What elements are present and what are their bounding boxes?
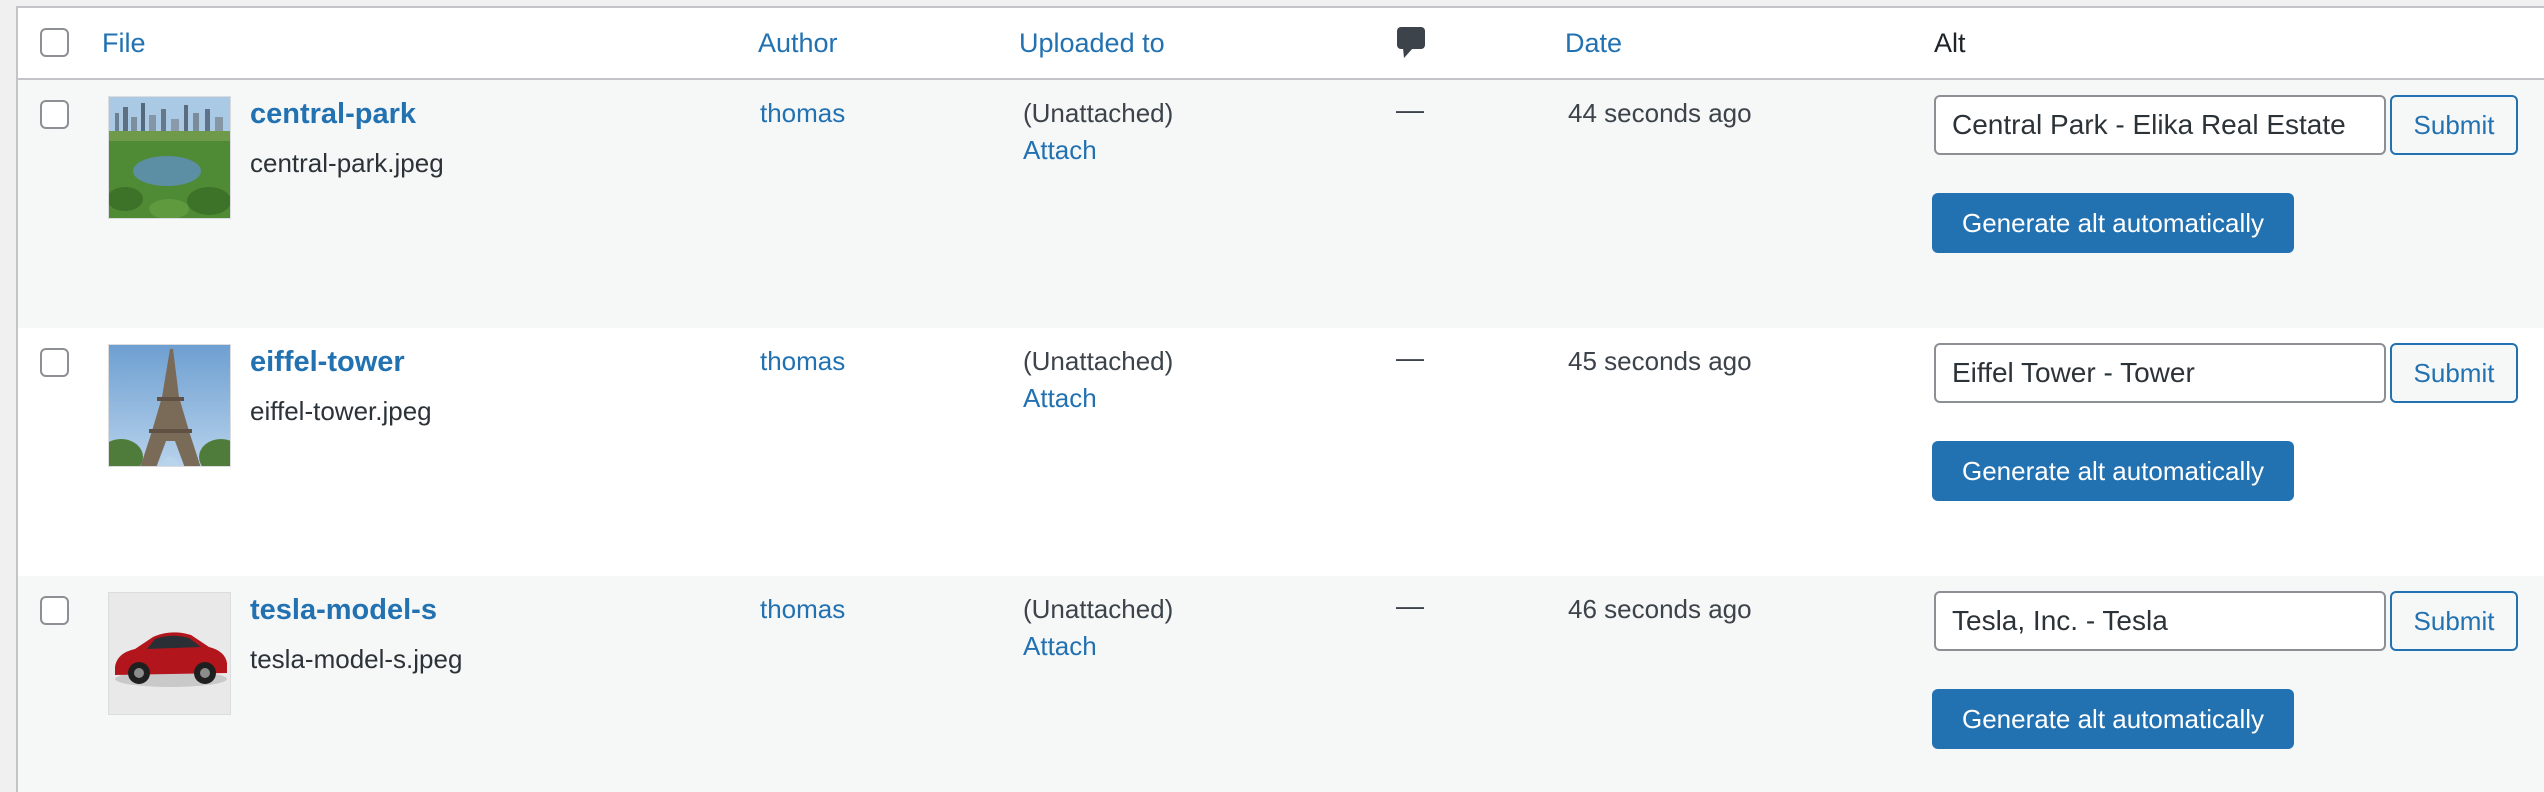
column-header-file[interactable]: File bbox=[102, 30, 146, 57]
row-checkbox[interactable] bbox=[40, 348, 69, 377]
comments-count: — bbox=[1396, 590, 1424, 621]
alt-text-input[interactable] bbox=[1934, 591, 2386, 651]
upload-date: 45 seconds ago bbox=[1568, 346, 1752, 376]
generate-alt-button[interactable]: Generate alt automatically bbox=[1932, 689, 2294, 749]
submit-alt-button[interactable]: Submit bbox=[2390, 591, 2518, 651]
comments-count: — bbox=[1396, 342, 1424, 373]
column-header-alt: Alt bbox=[1934, 28, 1966, 58]
row-checkbox[interactable] bbox=[40, 100, 69, 129]
alt-text-input[interactable] bbox=[1934, 343, 2386, 403]
table-row: tesla-model-s tesla-model-s.jpeg thomas … bbox=[18, 576, 2544, 792]
column-header-date[interactable]: Date bbox=[1565, 30, 1622, 57]
column-header-uploaded-to[interactable]: Uploaded to bbox=[1019, 30, 1165, 57]
generate-alt-button[interactable]: Generate alt automatically bbox=[1932, 193, 2294, 253]
submit-alt-button[interactable]: Submit bbox=[2390, 95, 2518, 155]
table-header: File Author Uploaded to Date Alt bbox=[18, 8, 2544, 80]
table-row: central-park central-park.jpeg thomas (U… bbox=[18, 80, 2544, 328]
comments-count: — bbox=[1396, 94, 1424, 125]
uploaded-to-status: (Unattached) bbox=[1023, 594, 1174, 624]
file-name: tesla-model-s.jpeg bbox=[250, 644, 463, 674]
attach-link[interactable]: Attach bbox=[1023, 135, 1097, 166]
row-checkbox[interactable] bbox=[40, 596, 69, 625]
file-name: eiffel-tower.jpeg bbox=[250, 396, 432, 426]
author-link[interactable]: thomas bbox=[760, 594, 845, 625]
comment-bubble-icon[interactable] bbox=[1396, 26, 1426, 65]
select-all-checkbox[interactable] bbox=[40, 28, 69, 57]
file-title-link[interactable]: eiffel-tower bbox=[250, 346, 405, 379]
alt-text-input[interactable] bbox=[1934, 95, 2386, 155]
table-row: eiffel-tower eiffel-tower.jpeg thomas (U… bbox=[18, 328, 2544, 576]
central-park-thumbnail[interactable] bbox=[108, 96, 231, 219]
author-link[interactable]: thomas bbox=[760, 346, 845, 377]
submit-alt-button[interactable]: Submit bbox=[2390, 343, 2518, 403]
upload-date: 46 seconds ago bbox=[1568, 594, 1752, 624]
file-title-link[interactable]: tesla-model-s bbox=[250, 594, 437, 627]
uploaded-to-status: (Unattached) bbox=[1023, 346, 1174, 376]
column-header-author[interactable]: Author bbox=[758, 30, 838, 57]
eiffel-tower-thumbnail[interactable] bbox=[108, 344, 231, 467]
file-name: central-park.jpeg bbox=[250, 148, 444, 178]
attach-link[interactable]: Attach bbox=[1023, 631, 1097, 662]
attach-link[interactable]: Attach bbox=[1023, 383, 1097, 414]
file-title-link[interactable]: central-park bbox=[250, 98, 416, 131]
media-list-table: File Author Uploaded to Date Alt central… bbox=[16, 6, 2544, 792]
author-link[interactable]: thomas bbox=[760, 98, 845, 129]
upload-date: 44 seconds ago bbox=[1568, 98, 1752, 128]
uploaded-to-status: (Unattached) bbox=[1023, 98, 1174, 128]
generate-alt-button[interactable]: Generate alt automatically bbox=[1932, 441, 2294, 501]
tesla-model-s-thumbnail[interactable] bbox=[108, 592, 231, 715]
